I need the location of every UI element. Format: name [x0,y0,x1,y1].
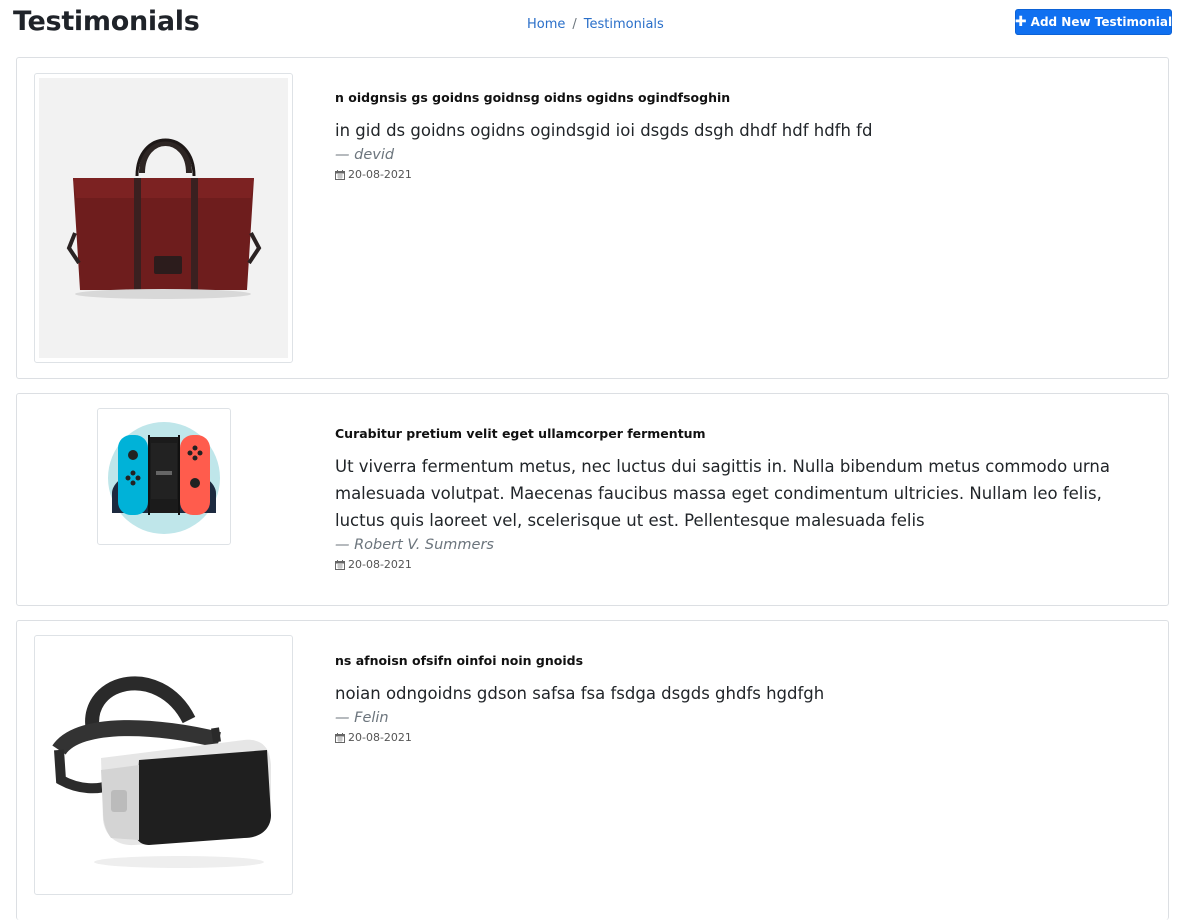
breadcrumb: Home / Testimonials [527,17,664,32]
testimonial-image [34,635,293,895]
testimonial-title: Curabitur pretium velit eget ullamcorper… [335,426,706,441]
testimonial-date-row: 20-08-2021 [335,167,1128,183]
testimonial-date-row: 20-08-2021 [335,557,1128,573]
calendar-icon [335,733,345,743]
testimonial-title: ns afnoisn ofsifn oinfoi noin gnoids [335,653,584,668]
calendar-icon [335,170,345,180]
game-console-controller-image [108,422,220,534]
vr-headset-image [52,676,271,868]
testimonial-date: 20-08-2021 [348,558,412,571]
duffel-bag-image [66,138,262,299]
calendar-icon [335,560,345,570]
testimonial-author: — Felin [335,710,389,726]
testimonial-card: ns afnoisn ofsifn oinfoi noin gnoids noi… [16,620,1169,920]
testimonial-body: noian odngoidns gdson safsa fsa fsdga ds… [335,684,825,703]
testimonial-author: — Robert V. Summers [335,537,494,553]
plus-icon: ✚ [1014,14,1027,30]
add-button-label: Add New Testimonial [1030,15,1173,29]
testimonial-author: — devid [335,147,395,163]
breadcrumb-current-link[interactable]: Testimonials [584,17,664,32]
add-new-testimonial-button[interactable]: ✚ Add New Testimonial [1015,9,1172,35]
breadcrumb-home-link[interactable]: Home [527,17,565,32]
testimonial-date-row: 20-08-2021 [335,730,1128,746]
breadcrumb-separator: / [572,17,577,32]
testimonial-image [34,73,293,363]
testimonial-card: n oidgnsis gs goidns goidnsg oidns ogidn… [16,57,1169,379]
testimonial-body: Ut viverra fermentum metus, nec luctus d… [335,457,1110,530]
page-title: Testimonials [13,6,200,37]
testimonial-body: in gid ds goidns ogidns ogindsgid ioi ds… [335,121,873,140]
testimonial-card: Curabitur pretium velit eget ullamcorper… [16,393,1169,606]
testimonial-title: n oidgnsis gs goidns goidnsg oidns ogidn… [335,90,731,105]
testimonial-date: 20-08-2021 [348,168,412,181]
testimonial-image [97,408,231,545]
testimonial-date: 20-08-2021 [348,731,412,744]
